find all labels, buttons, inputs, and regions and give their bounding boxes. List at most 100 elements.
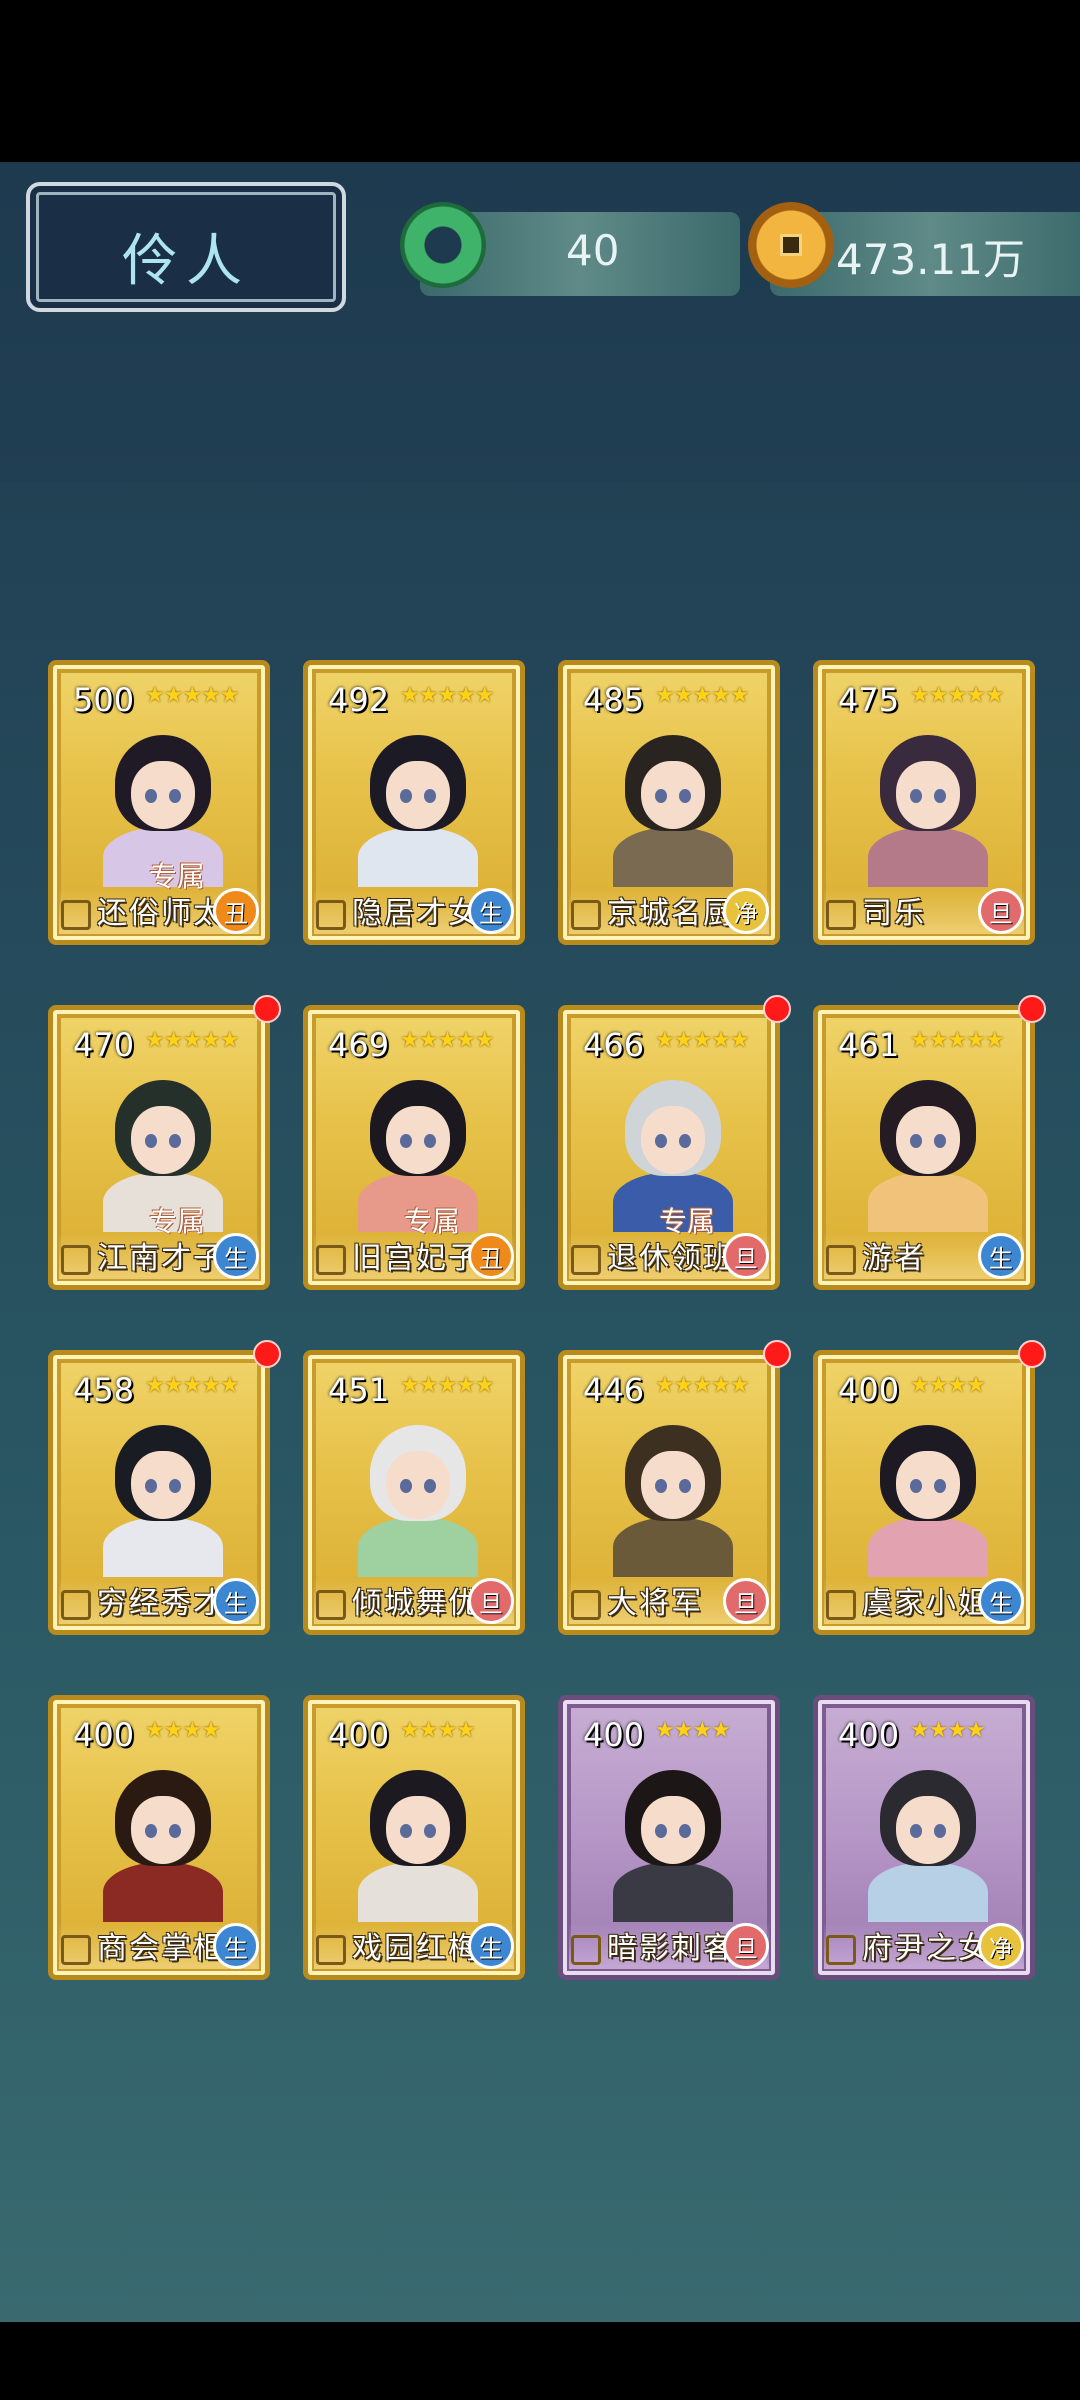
card-name: 商会掌柜 xyxy=(97,1931,225,1966)
portrait-eye xyxy=(655,789,667,803)
new-indicator-dot xyxy=(253,1340,281,1368)
spiral-ornament-icon xyxy=(571,1935,601,1965)
portrait-face xyxy=(131,1106,195,1174)
portrait-face xyxy=(641,1796,705,1864)
performer-card[interactable]: 470 ★★★★★ 专属 江南才子生 xyxy=(48,1005,270,1290)
role-badge: 净 xyxy=(978,1923,1024,1969)
coin-hole-icon xyxy=(780,234,802,256)
spiral-ornament-icon xyxy=(316,1245,346,1275)
performer-card[interactable]: 458 ★★★★★ 穷经秀才生 xyxy=(48,1350,270,1635)
performer-card[interactable]: 492 ★★★★★ 隐居才女生 xyxy=(303,660,525,945)
spiral-ornament-icon xyxy=(316,900,346,930)
character-portrait xyxy=(348,1762,488,1922)
star-rating: ★★★★ xyxy=(910,1373,986,1398)
portrait-eye xyxy=(910,1824,922,1838)
portrait-eye xyxy=(655,1824,667,1838)
star-rating: ★★★★★ xyxy=(910,683,1005,708)
performer-card[interactable]: 400 ★★★★ 商会掌柜生 xyxy=(48,1695,270,1980)
status-bar-area xyxy=(0,0,1080,162)
card-score: 400 xyxy=(583,1716,645,1754)
spiral-ornament-icon xyxy=(571,1590,601,1620)
portrait-robe xyxy=(358,827,478,887)
portrait-robe xyxy=(868,1862,988,1922)
performer-card[interactable]: 400 ★★★★ 府尹之女净 xyxy=(813,1695,1035,1980)
character-portrait xyxy=(93,1762,233,1922)
card-score: 451 xyxy=(328,1371,390,1409)
card-score: 400 xyxy=(838,1716,900,1754)
role-badge: 生 xyxy=(213,1233,259,1279)
card-name: 隐居才女 xyxy=(352,896,480,931)
performer-card[interactable]: 400 ★★★★ 虞家小姐生 xyxy=(813,1350,1035,1635)
character-portrait xyxy=(348,1417,488,1577)
card-name: 大将军 xyxy=(607,1586,703,1621)
performer-card[interactable]: 469 ★★★★★ 专属 旧宫妃子丑 xyxy=(303,1005,525,1290)
card-name: 旧宫妃子 xyxy=(352,1241,480,1276)
portrait-eye xyxy=(145,789,157,803)
star-rating: ★★★★★ xyxy=(145,1373,240,1398)
star-rating: ★★★★ xyxy=(655,1718,731,1743)
character-portrait xyxy=(858,727,998,887)
performer-card[interactable]: 400 ★★★★ 戏园红梅生 xyxy=(303,1695,525,1980)
performer-card[interactable]: 466 ★★★★★ 专属 退休领班旦 xyxy=(558,1005,780,1290)
card-score: 485 xyxy=(583,681,645,719)
portrait-face xyxy=(386,1106,450,1174)
star-rating: ★★★★ xyxy=(145,1718,221,1743)
roster-screen: 伶人 40 473.11万 500 ★★★★★ 专属 还俗师太丑 492 ★★★★★ 隐居才… xyxy=(0,162,1080,2322)
performer-card[interactable]: 461 ★★★★★ 游者 生 xyxy=(813,1005,1035,1290)
card-score: 469 xyxy=(328,1026,390,1064)
card-score: 458 xyxy=(73,1371,135,1409)
portrait-eye xyxy=(169,1479,181,1493)
role-badge: 生 xyxy=(978,1233,1024,1279)
performer-card[interactable]: 451 ★★★★★ 倾城舞优旦 xyxy=(303,1350,525,1635)
character-portrait xyxy=(93,1417,233,1577)
new-indicator-dot xyxy=(253,995,281,1023)
character-portrait xyxy=(858,1417,998,1577)
new-indicator-dot xyxy=(1018,995,1046,1023)
performer-card[interactable]: 485 ★★★★★ 京城名厨净 xyxy=(558,660,780,945)
star-rating: ★★★★★ xyxy=(910,1028,1005,1053)
card-score: 475 xyxy=(838,681,900,719)
portrait-face xyxy=(131,1796,195,1864)
new-indicator-dot xyxy=(763,1340,791,1368)
performer-card[interactable]: 500 ★★★★★ 专属 还俗师太丑 xyxy=(48,660,270,945)
portrait-robe xyxy=(358,1517,478,1577)
coin-value: 473.11万 xyxy=(836,235,1025,284)
star-rating: ★★★★★ xyxy=(655,1373,750,1398)
spiral-ornament-icon xyxy=(61,1590,91,1620)
card-name: 虞家小姐 xyxy=(862,1586,990,1621)
role-badge: 净 xyxy=(723,888,769,934)
character-portrait xyxy=(603,1762,743,1922)
card-score: 400 xyxy=(838,1371,900,1409)
star-rating: ★★★★★ xyxy=(400,1373,495,1398)
card-name: 游者 xyxy=(862,1241,926,1276)
portrait-eye xyxy=(169,789,181,803)
spiral-ornament-icon xyxy=(826,1590,856,1620)
portrait-eye xyxy=(934,1479,946,1493)
portrait-robe xyxy=(868,1517,988,1577)
card-name: 司乐 xyxy=(862,896,926,931)
portrait-eye xyxy=(910,789,922,803)
portrait-face xyxy=(641,1106,705,1174)
card-name: 京城名厨 xyxy=(607,896,735,931)
character-portrait xyxy=(858,1072,998,1232)
card-score: 400 xyxy=(328,1716,390,1754)
star-rating: ★★★★ xyxy=(910,1718,986,1743)
card-score: 470 xyxy=(73,1026,135,1064)
character-portrait xyxy=(603,727,743,887)
role-badge: 旦 xyxy=(723,1233,769,1279)
star-rating: ★★★★★ xyxy=(400,1028,495,1053)
portrait-robe xyxy=(358,1862,478,1922)
role-badge: 生 xyxy=(978,1578,1024,1624)
card-name: 府尹之女 xyxy=(862,1931,990,1966)
role-badge: 丑 xyxy=(468,1233,514,1279)
character-portrait xyxy=(858,1762,998,1922)
card-score: 446 xyxy=(583,1371,645,1409)
portrait-face xyxy=(131,761,195,829)
performer-card[interactable]: 475 ★★★★★ 司乐 旦 xyxy=(813,660,1035,945)
portrait-eye xyxy=(655,1479,667,1493)
performer-card[interactable]: 446 ★★★★★ 大将军旦 xyxy=(558,1350,780,1635)
spiral-ornament-icon xyxy=(61,1935,91,1965)
spiral-ornament-icon xyxy=(826,900,856,930)
card-score: 492 xyxy=(328,681,390,719)
performer-card[interactable]: 400 ★★★★ 暗影刺客旦 xyxy=(558,1695,780,1980)
